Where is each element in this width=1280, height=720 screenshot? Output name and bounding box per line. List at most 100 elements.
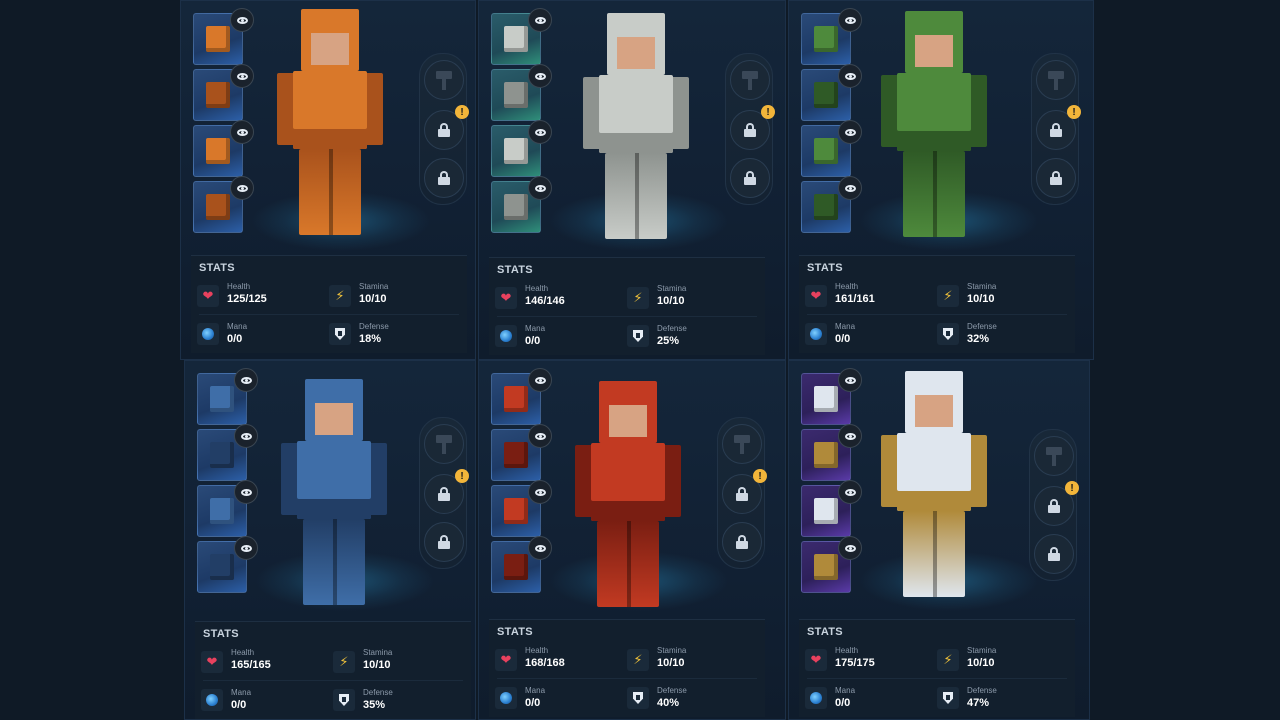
eye-icon[interactable] (838, 480, 862, 504)
eye-icon[interactable] (230, 120, 254, 144)
locked-ability-slot-1[interactable]: ! (424, 469, 469, 514)
eye-icon[interactable] (234, 368, 258, 392)
health-stat: ❤ Health 165/165 (199, 648, 329, 678)
helmet (607, 13, 665, 75)
equipment-slot-head[interactable] (193, 8, 254, 65)
eye-icon[interactable] (838, 8, 862, 32)
head-armor-piece-icon (814, 26, 838, 52)
equipment-slot-boots[interactable] (197, 536, 258, 593)
craft-ability-button[interactable] (722, 424, 762, 464)
stats-panel: STATS ❤ Health 125/125 ⚡ Stamina 10/10 Mana 0/0 D… (191, 255, 467, 353)
mana-stat: Mana 0/0 (199, 686, 329, 716)
equipment-slot-head[interactable] (801, 368, 862, 425)
health-label: Health (835, 282, 859, 291)
eye-icon[interactable] (528, 480, 552, 504)
eye-icon[interactable] (528, 64, 552, 88)
equipment-slot-boots[interactable] (193, 176, 254, 233)
equipment-slot-head[interactable] (197, 368, 258, 425)
ability-slot-column: ! (717, 417, 767, 569)
locked-ability-slot-2[interactable] (424, 522, 464, 562)
eye-icon[interactable] (528, 536, 552, 560)
eye-icon[interactable] (838, 64, 862, 88)
exclamation-icon: ! (1065, 481, 1079, 495)
chestplate (897, 73, 971, 151)
eye-icon[interactable] (838, 368, 862, 392)
locked-ability-slot-1[interactable]: ! (1034, 481, 1079, 526)
equipment-slot-legs[interactable] (801, 120, 862, 177)
locked-ability-slot-2[interactable] (1036, 158, 1076, 198)
eye-icon[interactable] (234, 424, 258, 448)
craft-ability-button[interactable] (424, 424, 464, 464)
craft-ability-button[interactable] (424, 60, 464, 100)
equipment-slot-boots[interactable] (801, 176, 862, 233)
mana-label: Mana (525, 686, 546, 695)
eye-icon[interactable] (528, 120, 552, 144)
equipment-slot-legs[interactable] (491, 120, 552, 177)
equipment-slot-chest[interactable] (801, 64, 862, 121)
lock-icon (1050, 171, 1062, 185)
health-value: 165/165 (231, 659, 271, 671)
eye-icon[interactable] (528, 8, 552, 32)
eye-icon[interactable] (234, 480, 258, 504)
right-arm-guard (663, 445, 681, 517)
equipment-slot-boots[interactable] (491, 176, 552, 233)
stamina-value: 10/10 (967, 293, 995, 305)
eye-icon[interactable] (838, 120, 862, 144)
equipment-slot-legs[interactable] (197, 480, 258, 537)
eye-icon[interactable] (838, 536, 862, 560)
craft-ability-button[interactable] (1034, 436, 1074, 476)
heart-glyph: ❤ (810, 288, 822, 303)
leg-split (933, 511, 937, 597)
heart-icon: ❤ (495, 287, 517, 309)
locked-ability-slot-2[interactable] (730, 158, 770, 198)
defense-value: 25% (657, 335, 680, 347)
head-armor-piece-icon (210, 386, 234, 412)
equipment-slot-boots[interactable] (491, 536, 552, 593)
equipment-slot-head[interactable] (491, 8, 552, 65)
equipment-slot-legs[interactable] (801, 480, 862, 537)
craft-ability-button[interactable] (730, 60, 770, 100)
equipment-slot-chest[interactable] (193, 64, 254, 121)
eye-icon[interactable] (838, 176, 862, 200)
shield-icon (329, 323, 351, 345)
chestplate (897, 433, 971, 511)
eye-icon[interactable] (230, 64, 254, 88)
helmet (905, 371, 963, 433)
legs-armor-piece-icon (814, 498, 838, 524)
locked-ability-slot-1[interactable]: ! (1036, 105, 1081, 150)
leg-split (627, 521, 631, 607)
eye-icon[interactable] (528, 368, 552, 392)
eye-icon[interactable] (234, 536, 258, 560)
equipment-slot-legs[interactable] (193, 120, 254, 177)
chest-armor-piece-icon (504, 442, 528, 468)
equipment-slot-chest[interactable] (491, 424, 552, 481)
health-value: 168/168 (525, 657, 565, 669)
eye-icon[interactable] (230, 8, 254, 32)
equipment-slot-boots[interactable] (801, 536, 862, 593)
locked-ability-slot-2[interactable] (722, 522, 762, 562)
locked-ability-slot-1[interactable]: ! (722, 469, 767, 514)
eye-icon[interactable] (838, 424, 862, 448)
leg-split (329, 149, 333, 235)
eye-icon[interactable] (528, 424, 552, 448)
equipment-slot-chest[interactable] (491, 64, 552, 121)
shield-icon (627, 325, 649, 347)
equipment-slot-chest[interactable] (197, 424, 258, 481)
locked-ability-slot-1[interactable]: ! (424, 105, 469, 150)
eye-icon[interactable] (528, 176, 552, 200)
eye-icon[interactable] (230, 176, 254, 200)
equipment-slot-head[interactable] (801, 8, 862, 65)
locked-ability-slot-2[interactable] (424, 158, 464, 198)
lightning-bolt-icon: ⚡ (627, 287, 649, 309)
equipment-slot-chest[interactable] (801, 424, 862, 481)
armor-set-card: ! STATS ❤ Health 168/168 ⚡ Stamina 10/10 Mana 0/0… (478, 360, 786, 720)
equipment-slot-head[interactable] (491, 368, 552, 425)
stats-title: STATS (497, 264, 533, 276)
craft-ability-button[interactable] (1036, 60, 1076, 100)
locked-ability-slot-1[interactable]: ! (730, 105, 775, 150)
locked-ability-slot-2[interactable] (1034, 534, 1074, 574)
equipment-slot-legs[interactable] (491, 480, 552, 537)
boots-armor-piece-icon (206, 194, 230, 220)
hammer-icon (1046, 70, 1066, 90)
legs-armor-piece-icon (206, 138, 230, 164)
